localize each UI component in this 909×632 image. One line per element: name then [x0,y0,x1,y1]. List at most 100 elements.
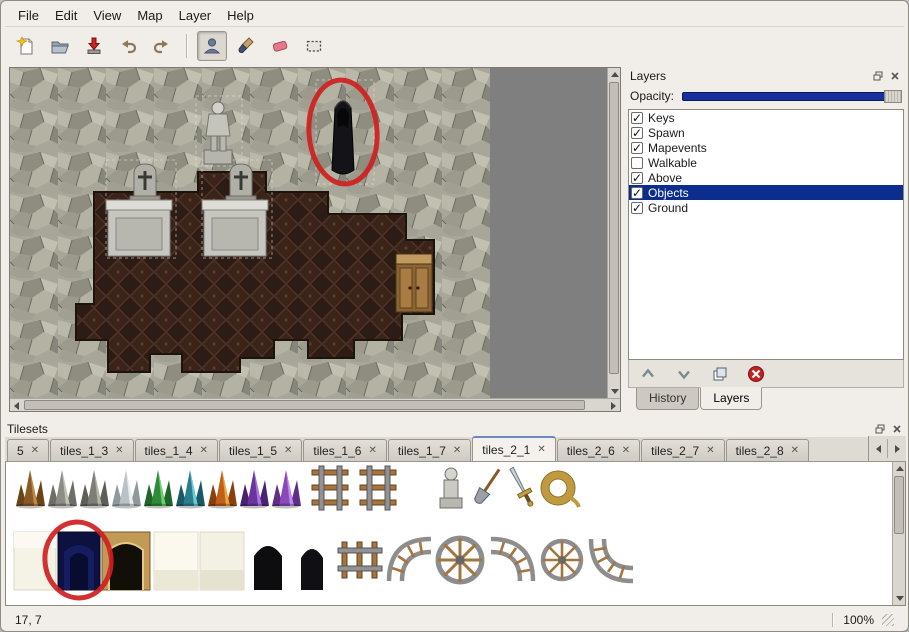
brush-tool-button[interactable] [231,31,261,61]
layer-row-above[interactable]: Above [629,170,903,185]
tab-close-icon[interactable] [31,446,39,456]
scroll-left-arrow[interactable] [10,399,23,412]
menu-file[interactable]: File [11,6,46,25]
tile-pale-block[interactable] [200,532,244,590]
tab-close-icon[interactable] [791,446,799,456]
menu-edit[interactable]: Edit [48,6,84,25]
panel-float-button[interactable] [871,69,885,83]
layer-delete-button[interactable] [745,363,767,385]
tile-purple-crystal[interactable] [240,470,269,509]
tab-close-icon[interactable] [453,446,461,456]
layer-row-spawn[interactable]: Spawn [629,125,903,140]
open-map-button[interactable] [45,31,75,61]
layer-visibility-checkbox[interactable] [631,112,643,124]
tileset-tab[interactable]: tiles_1_7 [388,439,471,461]
tile-track-curve[interactable] [491,539,533,581]
tile-gray-rock[interactable] [48,470,77,509]
tileset-vertical-scrollbar[interactable] [892,462,905,605]
scroll-thumb[interactable] [24,400,585,410]
tile-track-vertical[interactable] [338,542,382,578]
layer-duplicate-button[interactable] [709,363,731,385]
map-canvas[interactable] [10,68,490,398]
tileset-tab[interactable]: tiles_2_8 [726,439,809,461]
tile-statue-bust[interactable] [440,468,462,508]
layer-raise-button[interactable] [637,363,659,385]
layer-row-ground[interactable]: Ground [629,200,903,215]
tileset-tab-active[interactable]: tiles_2_1 [472,436,555,461]
save-button[interactable] [79,31,109,61]
tile-green-crystal[interactable] [144,470,173,509]
tab-close-icon[interactable] [200,446,208,456]
eraser-tool-button[interactable] [265,31,295,61]
tileset-tab[interactable]: 5 [7,439,49,461]
select-tool-button[interactable] [299,31,329,61]
tile-wagon-wheel[interactable] [543,541,581,579]
scroll-up-arrow[interactable] [893,462,906,475]
tileset-tab[interactable]: tiles_1_5 [219,439,302,461]
tab-close-icon[interactable] [115,446,123,456]
tile-shovel[interactable] [472,466,504,506]
tab-scroll-right-button[interactable] [888,436,906,461]
layer-visibility-checkbox[interactable] [631,202,643,214]
tab-layers[interactable]: Layers [700,387,762,410]
map-horizontal-scrollbar[interactable] [10,398,620,411]
panel-close-button[interactable] [890,422,904,436]
undo-button[interactable] [113,31,143,61]
stamp-tool-button[interactable] [197,31,227,61]
scroll-thumb[interactable] [894,476,904,534]
panel-close-button[interactable] [888,69,902,83]
tile-dark-arch-silhouette[interactable] [246,532,290,590]
tab-close-icon[interactable] [284,446,292,456]
tile-dark-blue-door[interactable] [58,532,100,590]
menu-layer[interactable]: Layer [172,6,219,25]
tileset-tab[interactable]: tiles_1_4 [135,439,218,461]
tab-close-icon[interactable] [706,446,714,456]
layer-row-walkable[interactable]: Walkable [629,155,903,170]
tile-pale-block[interactable] [154,532,198,590]
layer-visibility-checkbox[interactable] [631,187,643,199]
tile-orange-crystal[interactable] [208,470,237,509]
layer-visibility-checkbox[interactable] [631,142,643,154]
scroll-thumb[interactable] [609,82,619,374]
tab-history[interactable]: History [636,388,699,410]
scroll-up-arrow[interactable] [608,68,620,81]
map-vertical-scrollbar[interactable] [607,68,620,398]
layer-row-keys[interactable]: Keys [629,110,903,125]
layer-visibility-checkbox[interactable] [631,172,643,184]
tile-track-curve[interactable] [591,539,633,581]
tile-track-horizontal[interactable] [312,466,348,510]
tile-silver-crystal[interactable] [112,470,141,509]
tileset-tab[interactable]: tiles_1_3 [50,439,133,461]
redo-button[interactable] [147,31,177,61]
tile-violet-crystal[interactable] [272,470,301,509]
layer-visibility-checkbox[interactable] [631,127,643,139]
menu-view[interactable]: View [86,6,128,25]
tile-brown-crystal[interactable] [16,470,45,509]
tileset-canvas[interactable] [6,462,892,603]
layer-row-mapevents[interactable]: Mapevents [629,140,903,155]
opacity-slider-handle[interactable] [884,90,902,103]
tileset-tab[interactable]: tiles_2_7 [641,439,724,461]
tile-teal-crystal[interactable] [176,470,205,509]
tile-dark-arch-silhouette[interactable] [292,532,332,590]
tile-gray-rock[interactable] [80,470,109,509]
tab-scroll-left-button[interactable] [869,436,887,461]
tab-close-icon[interactable] [368,446,376,456]
menu-help[interactable]: Help [220,6,261,25]
layer-visibility-checkbox[interactable] [631,157,643,169]
tile-wagon-wheel[interactable] [438,538,482,582]
scroll-down-arrow[interactable] [893,592,906,605]
tab-close-icon[interactable] [537,445,545,455]
tileset-tab[interactable]: tiles_1_6 [303,439,386,461]
tile-track-curve[interactable] [389,539,431,581]
scroll-right-arrow[interactable] [607,399,620,412]
tile-sword[interactable] [505,465,537,509]
menu-map[interactable]: Map [130,6,169,25]
tab-close-icon[interactable] [622,446,630,456]
layer-row-objects[interactable]: Objects [629,185,903,200]
new-map-button[interactable] [11,31,41,61]
resize-grip[interactable] [882,614,894,626]
opacity-slider[interactable] [682,89,902,103]
layer-lower-button[interactable] [673,363,695,385]
scroll-down-arrow[interactable] [608,385,620,398]
